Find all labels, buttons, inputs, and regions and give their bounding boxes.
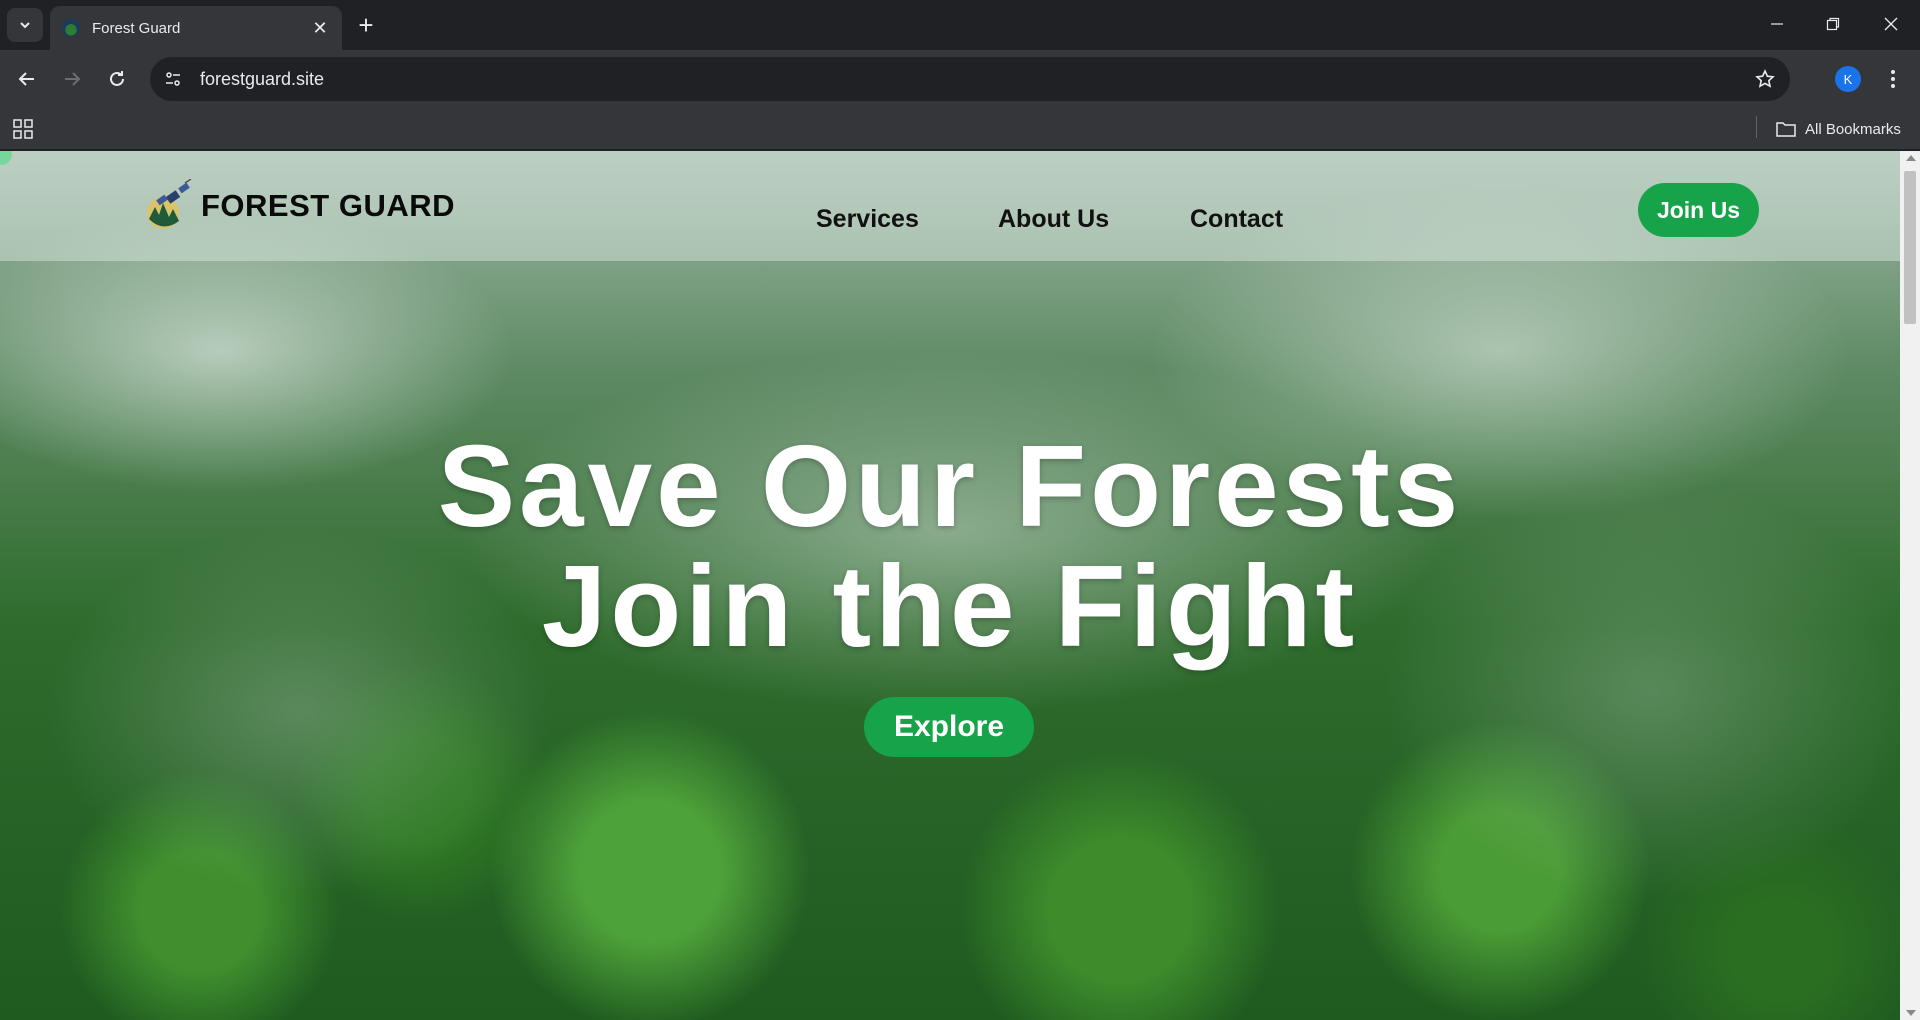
page-scrollbar[interactable] <box>1900 151 1920 1020</box>
restore-button[interactable] <box>1810 8 1856 40</box>
reload-icon <box>110 71 124 86</box>
all-bookmarks-button[interactable]: All Bookmarks <box>1776 116 1901 142</box>
new-tab-button[interactable]: + <box>352 12 380 40</box>
bookmarks-bar: All Bookmarks <box>0 108 1920 150</box>
hero-headline-line1: Save Our Forests <box>437 421 1463 551</box>
back-button[interactable] <box>10 62 44 96</box>
nav-about-link[interactable]: About Us <box>998 205 1109 234</box>
browser-toolbar: forestguard.site K <box>0 50 1920 108</box>
brand-name: FOREST GUARD <box>201 188 455 223</box>
more-vert-icon <box>1891 70 1895 88</box>
bookmarks-divider <box>1756 116 1757 138</box>
reload-button[interactable] <box>100 62 134 96</box>
forward-arrow-icon <box>65 72 81 86</box>
apps-grid-icon[interactable] <box>12 118 34 140</box>
profile-avatar[interactable]: K <box>1835 66 1861 92</box>
active-tab[interactable]: Forest Guard ✕ <box>50 6 342 50</box>
chevron-down-icon <box>20 22 30 29</box>
site-header: FOREST GUARD Services About Us Contact J… <box>0 151 1900 261</box>
folder-icon <box>1776 122 1796 137</box>
scroll-thumb[interactable] <box>1904 171 1916 324</box>
restore-icon <box>1826 17 1840 31</box>
tune-icon <box>166 72 180 86</box>
close-tab-icon[interactable]: ✕ <box>310 18 330 39</box>
nav-services-link[interactable]: Services <box>816 205 919 234</box>
hero-headline-line2: Join the Fight <box>541 541 1359 671</box>
join-us-button[interactable]: Join Us <box>1638 183 1759 237</box>
bookmark-star-button[interactable] <box>1748 62 1782 96</box>
scroll-up-arrow-icon[interactable] <box>1906 155 1916 161</box>
site-logo[interactable]: FOREST GUARD <box>145 179 455 233</box>
tab-search-button[interactable] <box>7 8 43 42</box>
explore-button[interactable]: Explore <box>864 697 1034 757</box>
satellite-forest-logo-icon <box>147 179 192 229</box>
address-bar[interactable]: forestguard.site <box>150 57 1790 101</box>
close-icon <box>1884 17 1898 31</box>
minimize-icon <box>1771 23 1783 25</box>
forward-button[interactable] <box>55 62 89 96</box>
site-favicon-icon <box>62 19 80 37</box>
minimize-button[interactable] <box>1754 8 1800 40</box>
scroll-down-arrow-icon[interactable] <box>1906 1010 1916 1016</box>
site-info-button[interactable] <box>158 64 188 94</box>
url-text[interactable]: forestguard.site <box>200 69 1748 90</box>
browser-menu-button[interactable] <box>1880 64 1906 94</box>
back-arrow-icon <box>18 72 34 86</box>
nav-contact-link[interactable]: Contact <box>1190 205 1283 234</box>
all-bookmarks-label: All Bookmarks <box>1805 120 1901 138</box>
star-icon <box>1755 69 1775 88</box>
close-window-button[interactable] <box>1868 8 1914 40</box>
tab-strip: Forest Guard ✕ + <box>0 0 1920 50</box>
tab-title: Forest Guard <box>92 19 181 37</box>
page-viewport: FOREST GUARD Services About Us Contact J… <box>0 151 1900 1020</box>
